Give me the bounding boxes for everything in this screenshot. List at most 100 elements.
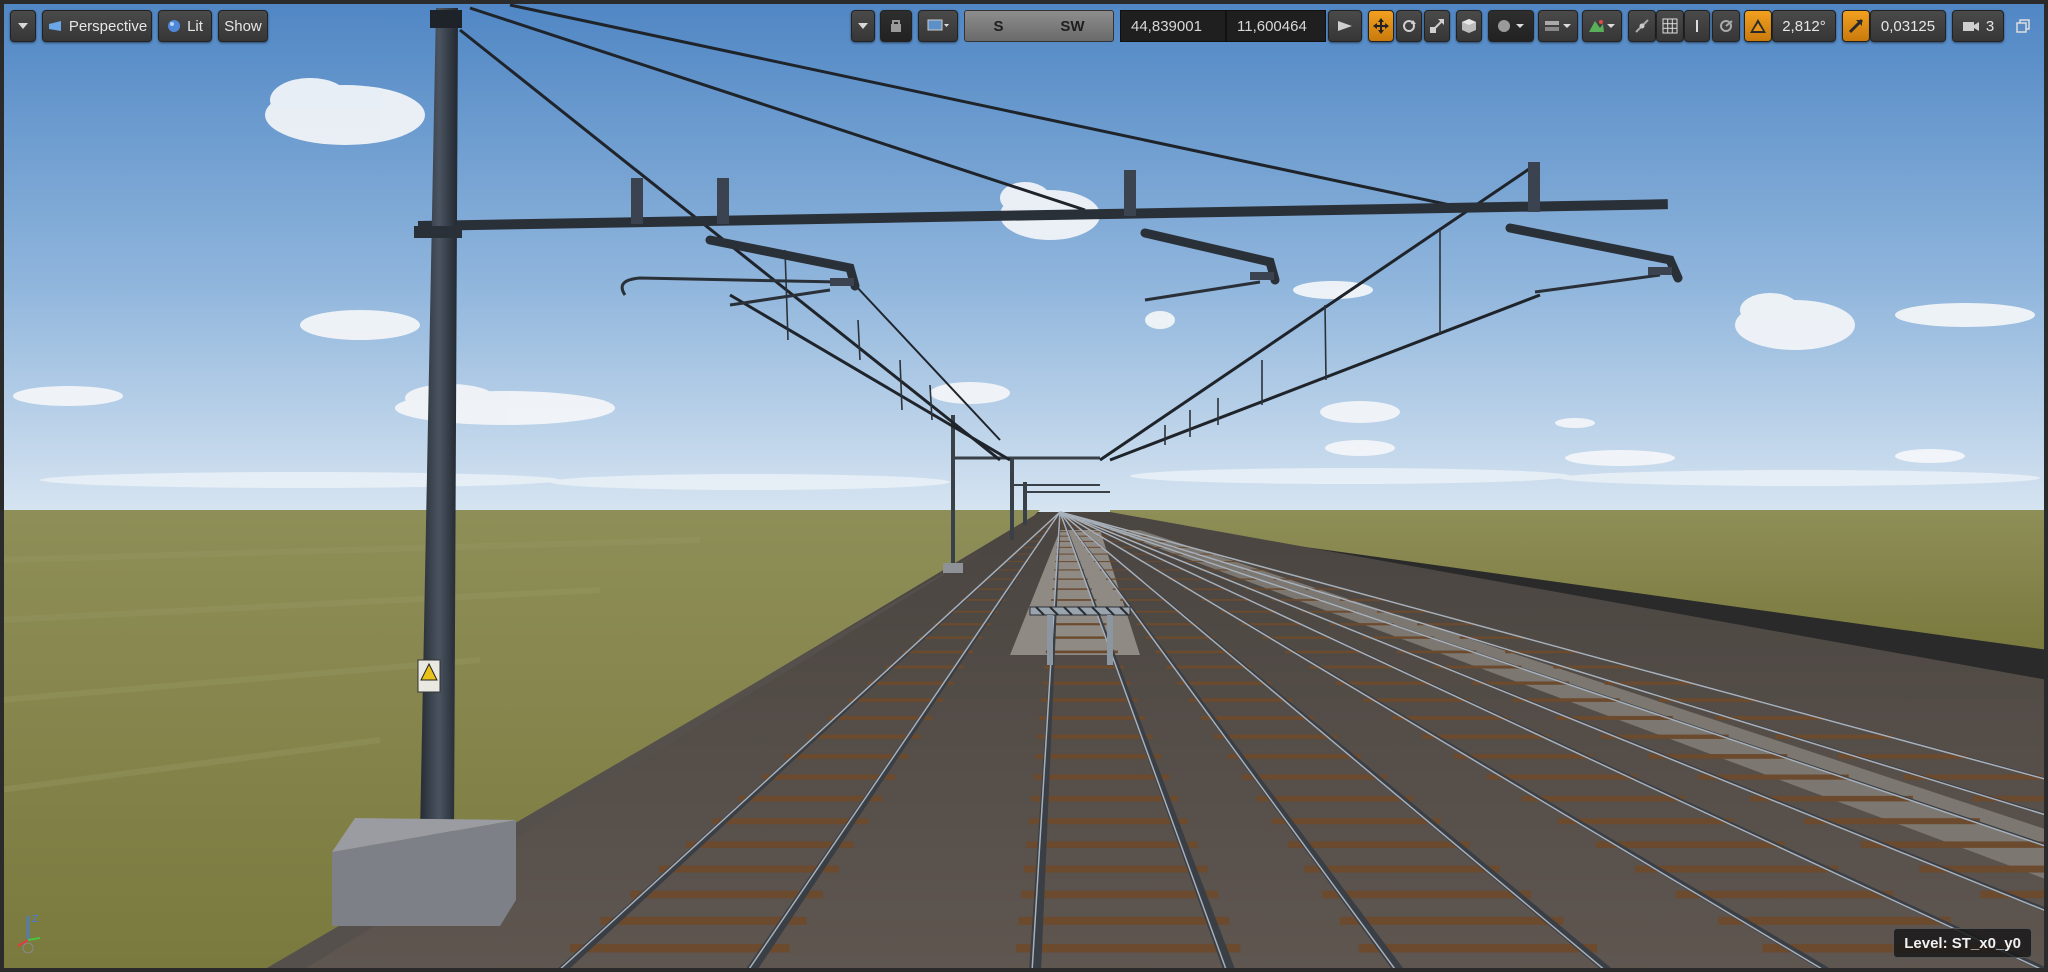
distant-mast-base — [943, 563, 963, 573]
track-sleeper — [1200, 715, 1314, 720]
landscape-icon — [1589, 20, 1615, 32]
track-sleeper — [933, 623, 991, 626]
level-name: ST_x0_y0 — [1951, 934, 2021, 952]
railway-scene[interactable] — [0, 0, 2048, 972]
track-sleeper — [1040, 698, 1138, 702]
camera-speed-button[interactable]: 3 — [1952, 10, 2004, 42]
landscape-button[interactable] — [1582, 10, 1622, 42]
compass-direction-bar[interactable]: S SW — [964, 10, 1114, 42]
layers-button[interactable] — [1538, 10, 1578, 42]
snap-icon — [1635, 19, 1649, 33]
scale-icon — [1430, 19, 1444, 33]
track-sleeper — [1166, 665, 1251, 669]
track-sleeper — [885, 665, 964, 669]
rotation-snap-active-button[interactable] — [1744, 10, 1772, 42]
track-sleeper — [1044, 665, 1125, 669]
coordinate-system-button[interactable] — [1456, 10, 1482, 42]
track-sleeper — [1051, 599, 1097, 601]
track-sleeper — [1026, 841, 1198, 848]
track-sleeper — [1042, 681, 1131, 685]
surface-snap-icon — [1498, 20, 1524, 32]
monitor-icon — [927, 19, 949, 31]
rotate-mode-button[interactable] — [1396, 10, 1422, 42]
maximize-viewport-button[interactable] — [2010, 10, 2036, 42]
track-sleeper — [630, 890, 823, 899]
angle-icon — [1750, 19, 1766, 33]
sky — [0, 0, 2048, 512]
track-sleeper — [1052, 588, 1092, 590]
compass-south: S — [993, 17, 1004, 35]
layers-icon — [1545, 21, 1571, 31]
track-sleeper — [1972, 795, 2048, 802]
track-sleeper — [1188, 698, 1292, 702]
grid-icon — [1662, 18, 1678, 34]
camera-icon — [1962, 22, 1979, 31]
track-sleeper — [1018, 916, 1229, 925]
lit-view-mode-button[interactable]: Lit — [158, 10, 212, 42]
lit-label: Lit — [187, 17, 203, 35]
current-level-label: Level: ST_x0_y0 — [1893, 928, 2032, 958]
track-sleeper — [1256, 795, 1413, 802]
track-sleeper — [1023, 865, 1208, 873]
perspective-label: Perspective — [68, 17, 148, 35]
surface-snapping-button[interactable] — [1488, 10, 1534, 42]
perspective-button[interactable]: Perspective — [42, 10, 152, 42]
track-sleeper — [807, 734, 921, 739]
track-sleeper — [1339, 916, 1564, 925]
lit-sphere-icon — [167, 19, 181, 33]
grid-button[interactable] — [1656, 10, 1684, 42]
cube-icon — [1462, 19, 1476, 33]
axis-gizmo: Z — [17, 914, 41, 954]
track-sleeper — [1039, 715, 1146, 720]
rotation-snap-value: 2,812° — [1782, 17, 1826, 35]
play-direction-button[interactable] — [1328, 10, 1362, 42]
track-sleeper — [1271, 818, 1441, 825]
coordinate-y-field[interactable]: 11,600464 — [1226, 10, 1326, 42]
show-flags-button[interactable]: Show — [218, 10, 268, 42]
rotation-snap-value-button[interactable]: 2,812° — [1772, 10, 1836, 42]
scale-snap-value-button[interactable]: 0,03125 — [1870, 10, 1946, 42]
level-prefix: Level: — [1904, 934, 1948, 952]
chevron-down-icon — [858, 23, 868, 29]
track-sleeper — [762, 774, 896, 780]
coordinate-x-field[interactable]: 44,839001 — [1120, 10, 1226, 42]
scale-snap-value: 0,03125 — [1880, 17, 1936, 35]
viewport-options-button[interactable] — [10, 10, 36, 42]
track-sleeper — [947, 610, 999, 613]
scale-snap-icon — [1848, 18, 1864, 34]
track-sleeper — [1033, 774, 1170, 780]
rotation-snap-toggle[interactable] — [1712, 10, 1740, 42]
translate-mode-button[interactable] — [1368, 10, 1394, 42]
track-sleeper — [1054, 569, 1084, 571]
camera-lock-button[interactable] — [880, 10, 912, 42]
track-sleeper — [1177, 681, 1271, 685]
track-sleeper — [1358, 943, 1598, 953]
compass-southwest: SW — [1060, 17, 1085, 35]
track-sleeper — [737, 795, 883, 802]
track-sleeper — [1304, 865, 1500, 873]
grid-snap-toggle[interactable] — [1628, 10, 1656, 42]
arrow-right-icon — [1338, 21, 1352, 31]
grid-size-icon — [1696, 20, 1698, 32]
track-sleeper — [1037, 734, 1153, 739]
track-sleeper — [2044, 916, 2048, 925]
chevron-down-icon — [18, 23, 28, 29]
level-viewport[interactable]: Perspective Lit Show S SW 44,839001 11,6… — [0, 0, 2048, 972]
track-sleeper — [1120, 599, 1169, 601]
track-sleeper — [1028, 818, 1188, 825]
track-sleeper — [1015, 943, 1241, 953]
track-sleeper — [848, 698, 944, 702]
track-sleeper — [686, 841, 854, 848]
screen-percentage-button[interactable] — [918, 10, 958, 42]
track-sleeper — [1321, 890, 1531, 899]
track-sleeper — [1227, 754, 1362, 759]
track-sleeper — [712, 818, 869, 825]
track-sleeper — [569, 943, 790, 953]
track-sleeper — [1146, 636, 1215, 639]
scale-snap-active-button[interactable] — [1842, 10, 1870, 42]
track-sleeper — [1030, 795, 1179, 802]
scale-mode-button[interactable] — [1424, 10, 1450, 42]
grid-size-button[interactable] — [1684, 10, 1710, 42]
toolbar-dropdown-button[interactable] — [851, 10, 875, 42]
track-sleeper — [1035, 754, 1162, 759]
